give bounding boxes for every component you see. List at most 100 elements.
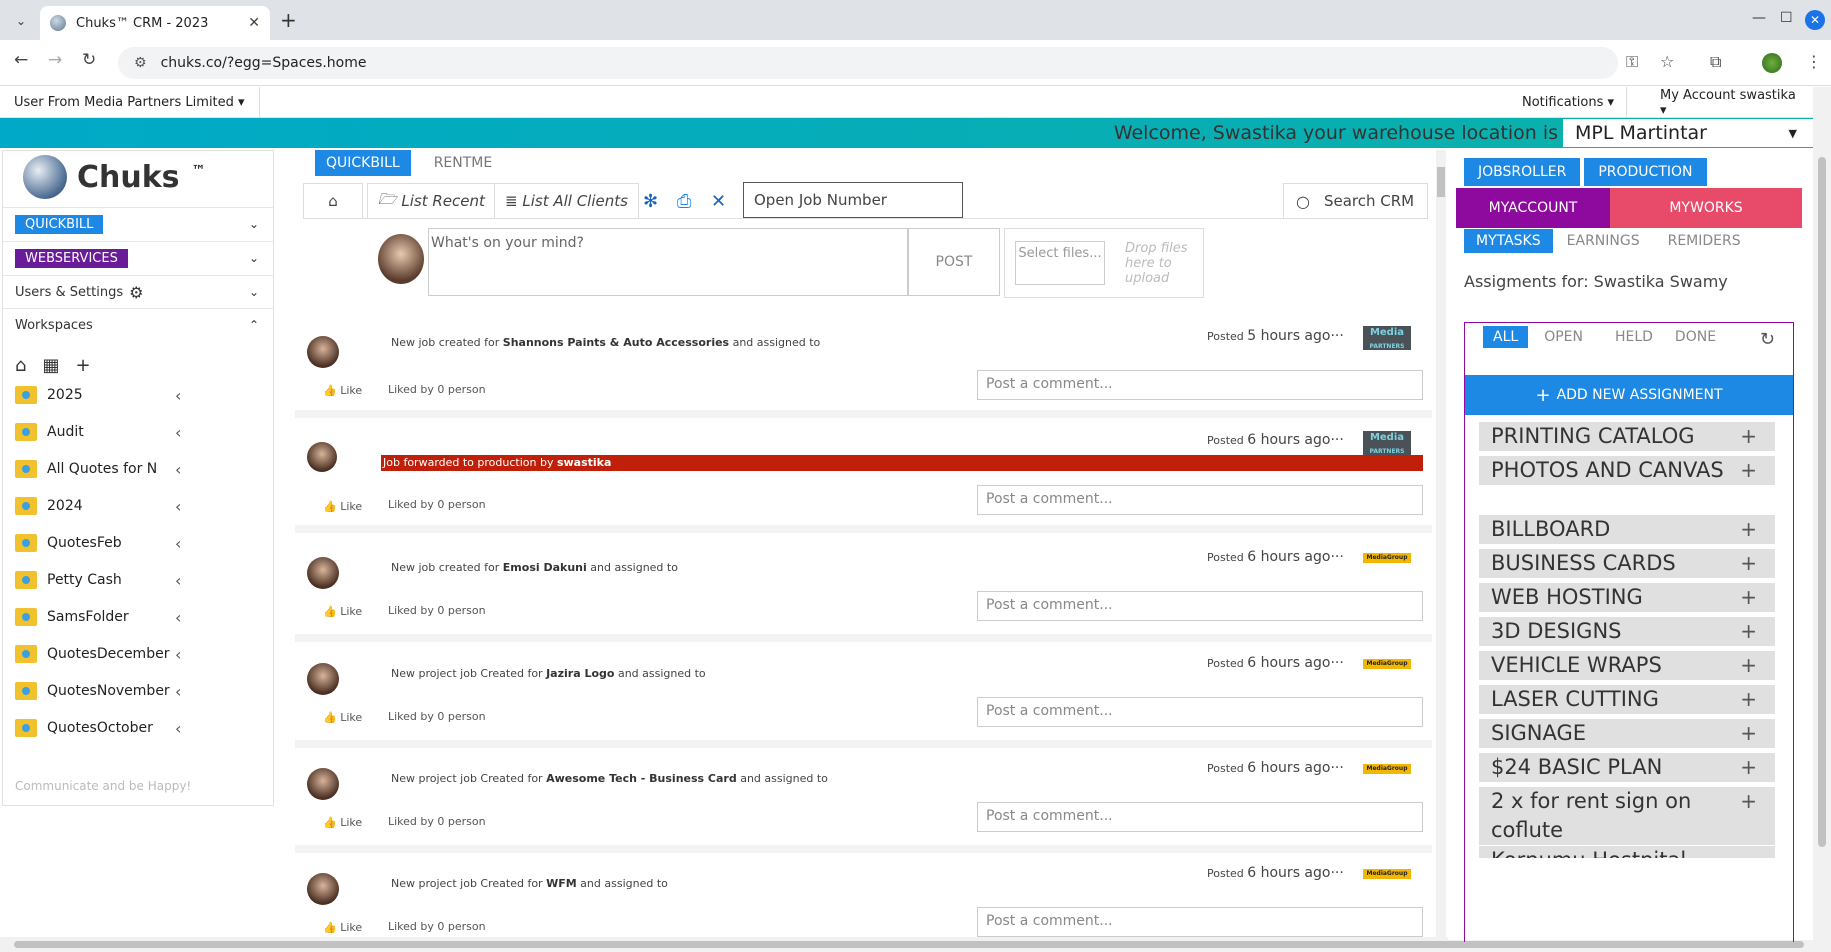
list-all-clients-button[interactable]: ≣ List All Clients xyxy=(494,183,639,219)
tab-mytasks[interactable]: MYTASKS xyxy=(1464,229,1553,253)
filter-open[interactable]: OPEN xyxy=(1528,326,1599,348)
category-item[interactable]: LASER CUTTING + xyxy=(1479,685,1775,714)
folder-item[interactable]: All Quotes for N ‹ xyxy=(15,454,265,484)
post-button[interactable]: POST xyxy=(908,228,1000,296)
folder-item[interactable]: QuotesOctober ‹ xyxy=(15,713,265,743)
my-account-menu[interactable]: My Account swastika ▾ xyxy=(1648,87,1813,118)
category-item[interactable]: BILLBOARD + xyxy=(1479,515,1775,544)
brand-logo[interactable]: Chuks ™ xyxy=(23,155,206,199)
plus-icon[interactable]: + xyxy=(1740,617,1757,646)
comment-input[interactable]: Post a comment... xyxy=(977,591,1423,621)
plus-icon[interactable]: + xyxy=(1740,583,1757,612)
add-icon[interactable]: + xyxy=(75,355,90,376)
comment-input[interactable]: Post a comment... xyxy=(977,485,1423,515)
list-recent-button[interactable]: 🗁 List Recent xyxy=(367,183,496,219)
like-button[interactable]: 👍 Like xyxy=(323,711,362,724)
browser-tab[interactable]: Chuks™ CRM - 2023 ✕ xyxy=(40,6,270,40)
add-new-assignment-button[interactable]: + ADD NEW ASSIGNMENT xyxy=(1465,375,1793,415)
xing-icon[interactable]: ✕ xyxy=(711,191,726,212)
sidebar-webservices[interactable]: WEBSERVICES ⌄ xyxy=(3,241,273,274)
folder-item[interactable]: 2024 ‹ xyxy=(15,491,265,521)
category-item[interactable]: BUSINESS CARDS + xyxy=(1479,549,1775,578)
home-icon[interactable]: ⌂ xyxy=(15,355,26,376)
scrollbar-thumb[interactable] xyxy=(1818,157,1826,847)
category-item[interactable]: SIGNAGE + xyxy=(1479,719,1775,748)
plus-icon[interactable]: + xyxy=(1740,753,1757,782)
printer-icon[interactable]: ⎙ xyxy=(677,191,691,212)
tab-earnings[interactable]: EARNINGS xyxy=(1553,229,1654,253)
comment-input[interactable]: Post a comment... xyxy=(977,697,1423,727)
notifications-menu[interactable]: Notifications ▾ xyxy=(1510,87,1628,118)
tab-reminders[interactable]: REMIDERS xyxy=(1654,229,1755,253)
tab-production[interactable]: PRODUCTION xyxy=(1584,158,1707,186)
user-menu[interactable]: User From Media Partners Limited ▾ xyxy=(0,87,260,118)
close-tab-icon[interactable]: ✕ xyxy=(248,15,260,31)
folder-item[interactable]: Audit ‹ xyxy=(15,417,265,447)
plus-icon[interactable]: + xyxy=(1740,422,1757,451)
category-item[interactable]: 3D DESIGNS + xyxy=(1479,617,1775,646)
like-button[interactable]: 👍 Like xyxy=(323,921,362,934)
site-info-icon[interactable]: ⚙ xyxy=(134,55,147,71)
tab-jobsroller[interactable]: JOBSROLLER xyxy=(1464,158,1581,186)
select-files-button[interactable]: Select files... xyxy=(1015,241,1105,285)
category-item[interactable]: VEHICLE WRAPS + xyxy=(1479,651,1775,680)
folder-item[interactable]: 2025 ‹ xyxy=(15,380,265,410)
filter-held[interactable]: HELD xyxy=(1599,326,1669,348)
feed-scrollbar[interactable] xyxy=(1436,150,1446,937)
category-item[interactable]: 2 x for rent sign on coflute + xyxy=(1479,787,1775,845)
plus-icon[interactable]: + xyxy=(1740,515,1757,544)
plus-icon[interactable]: + xyxy=(1740,456,1757,485)
folder-item[interactable]: QuotesFeb ‹ xyxy=(15,528,265,558)
like-button[interactable]: 👍 Like xyxy=(323,500,362,513)
comment-input[interactable]: Post a comment... xyxy=(977,802,1423,832)
search-crm-button[interactable]: ○ Search CRM xyxy=(1283,183,1428,219)
category-item[interactable]: $24 BASIC PLAN + xyxy=(1479,753,1775,782)
tab-myaccount[interactable]: MYACCOUNT xyxy=(1456,188,1610,228)
like-button[interactable]: 👍 Like xyxy=(323,816,362,829)
tab-quickbill[interactable]: QUICKBILL xyxy=(315,150,411,176)
page-scrollbar[interactable] xyxy=(1813,87,1831,937)
browser-menu-icon[interactable]: ⋮ xyxy=(1806,52,1822,71)
bookmark-star-icon[interactable]: ☆ xyxy=(1660,52,1674,71)
back-icon[interactable]: ← xyxy=(14,50,28,70)
filter-all[interactable]: ALL xyxy=(1483,326,1529,348)
tab-rentme[interactable]: RENTME xyxy=(423,150,504,176)
comment-input[interactable]: Post a comment... xyxy=(977,370,1423,400)
category-item[interactable]: PRINTING CATALOG + xyxy=(1479,422,1775,451)
grid-icon[interactable]: ▦ xyxy=(42,355,59,376)
tab-search-dropdown-icon[interactable]: ⌄ xyxy=(10,10,32,32)
category-item[interactable]: Korpumu Hostpital xyxy=(1479,846,1775,858)
comment-input[interactable]: Post a comment... xyxy=(977,907,1423,937)
warehouse-location-select[interactable]: MPL Martintar ▼ xyxy=(1563,119,1813,147)
open-job-number-input[interactable]: Open Job Number xyxy=(743,182,963,218)
feed-scroll-thumb[interactable] xyxy=(1437,167,1445,197)
plus-icon[interactable]: + xyxy=(1740,549,1757,578)
sidebar-users-settings[interactable]: Users & Settings ⚙ ⌄ xyxy=(3,275,273,308)
category-item[interactable]: WEB HOSTING + xyxy=(1479,583,1775,612)
password-key-icon[interactable]: ⚿ xyxy=(1626,52,1638,72)
plus-icon[interactable]: + xyxy=(1740,719,1757,748)
filter-done[interactable]: DONE xyxy=(1669,326,1732,348)
reload-icon[interactable]: ↻ xyxy=(82,50,96,70)
folder-item[interactable]: SamsFolder ‹ xyxy=(15,602,265,632)
minimize-icon[interactable]: — xyxy=(1752,10,1766,26)
url-field[interactable]: ⚙ chuks.co/?egg=Spaces.home xyxy=(118,47,1618,79)
yelp-icon[interactable]: ✻ xyxy=(643,191,658,212)
refresh-icon[interactable]: ↻ xyxy=(1760,329,1775,350)
whats-on-your-mind-input[interactable]: What's on your mind? xyxy=(428,228,908,296)
plus-icon[interactable]: + xyxy=(1740,787,1757,816)
folder-item[interactable]: Petty Cash ‹ xyxy=(15,565,265,595)
sidebar-workspaces[interactable]: Workspaces ⌃ xyxy=(3,308,273,341)
folder-item[interactable]: QuotesDecember ‹ xyxy=(15,639,265,669)
tab-myworks[interactable]: MYWORKS xyxy=(1610,188,1802,228)
close-window-icon[interactable]: ✕ xyxy=(1805,10,1825,30)
home-button[interactable]: ⌂ xyxy=(303,183,363,219)
sidebar-quickbill[interactable]: QUICKBILL ⌄ xyxy=(3,207,273,240)
like-button[interactable]: 👍 Like xyxy=(323,605,362,618)
profile-avatar[interactable] xyxy=(1762,53,1782,73)
maximize-icon[interactable]: ☐ xyxy=(1780,10,1793,26)
extensions-icon[interactable]: ⧉ xyxy=(1710,52,1721,72)
category-item[interactable]: PHOTOS AND CANVAS + xyxy=(1479,456,1775,485)
like-button[interactable]: 👍 Like xyxy=(323,384,362,397)
new-tab-icon[interactable]: + xyxy=(280,8,297,32)
